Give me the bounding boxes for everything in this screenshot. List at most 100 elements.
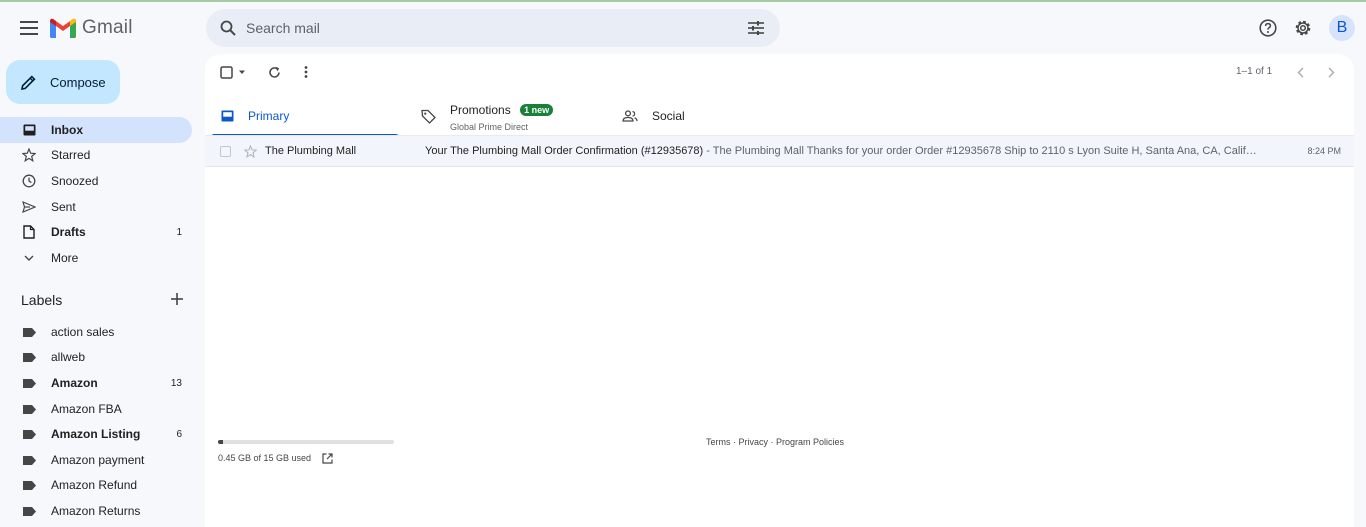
label-tag-icon (21, 404, 37, 414)
sidebar-item-inbox[interactable]: Inbox (0, 117, 192, 143)
gmail-logo[interactable]: Gmail (50, 15, 133, 41)
storage-usage-text: 0.45 GB of 15 GB used (218, 453, 312, 463)
label-item-amazon-fba[interactable]: Amazon FBA (0, 396, 192, 422)
search-icon (220, 20, 236, 36)
category-tabs: Primary Promotions 1 new Global Prime Di… (211, 96, 1354, 137)
email-preview: Your The Plumbing Mall Order Confirmatio… (425, 145, 1270, 157)
email-time: 8:24 PM (1307, 146, 1341, 156)
email-sender: The Plumbing Mall (265, 145, 357, 157)
draft-icon (21, 225, 37, 239)
refresh-button[interactable] (266, 64, 282, 80)
gear-icon (1295, 20, 1311, 36)
tab-primary[interactable]: Primary (221, 96, 409, 136)
compose-button[interactable]: Compose (6, 60, 120, 104)
main-panel: 1–1 of 1 Primary Promotions 1 new Global… (205, 54, 1354, 527)
chevron-down-icon (21, 255, 37, 261)
sidebar-item-label: Drafts (51, 225, 86, 239)
label-item-amazon-listing[interactable]: Amazon Listing 6 (0, 421, 192, 447)
tab-text: Promotions 1 new Global Prime Direct (450, 101, 554, 132)
create-label-button[interactable] (170, 292, 186, 308)
more-actions-button[interactable] (298, 64, 314, 80)
email-snippet: - The Plumbing Mall Thanks for your orde… (703, 145, 1257, 157)
select-all-checkbox[interactable] (219, 64, 247, 80)
sidebar-item-sent[interactable]: Sent (0, 194, 192, 220)
label-tag-icon (21, 455, 37, 465)
older-button[interactable] (1323, 64, 1339, 80)
sidebar-item-snoozed[interactable]: Snoozed (0, 168, 192, 194)
newer-button[interactable] (1292, 64, 1308, 80)
terms-link[interactable]: Terms (706, 437, 731, 447)
checkbox-icon (220, 65, 233, 79)
label-item-action-sales[interactable]: action sales (0, 319, 192, 345)
sidebar-item-count: 1 (176, 226, 182, 238)
tune-icon (748, 21, 764, 35)
manage-storage-link[interactable] (322, 451, 333, 469)
star-outline-icon (243, 144, 258, 158)
tab-sender-preview: Global Prime Direct (450, 121, 529, 132)
tab-promotions[interactable]: Promotions 1 new Global Prime Direct (421, 96, 611, 136)
tab-label: Primary (248, 109, 290, 123)
sidebar-item-label: Snoozed (51, 174, 99, 188)
send-icon (21, 201, 37, 213)
avatar-letter: B (1336, 19, 1348, 36)
account-avatar[interactable]: B (1329, 15, 1355, 41)
pagination-text: 1–1 of 1 (1236, 66, 1273, 77)
email-subject: Your The Plumbing Mall Order Confirmatio… (425, 145, 704, 157)
footer-separator: · (730, 437, 739, 447)
label-item-amazon-returns[interactable]: Amazon Returns (0, 498, 192, 524)
label-name: Amazon Returns (51, 504, 141, 518)
storage-meter (218, 440, 394, 444)
new-count-badge: 1 new (520, 103, 554, 116)
hamburger-icon (20, 21, 38, 35)
label-item-amazon-payment[interactable]: Amazon payment (0, 447, 192, 473)
privacy-link[interactable]: Privacy (739, 437, 769, 447)
people-icon (622, 110, 638, 122)
plus-icon (171, 293, 183, 305)
label-item-amazon-refund[interactable]: Amazon Refund (0, 472, 192, 498)
star-toggle[interactable] (243, 144, 258, 161)
support-button[interactable] (1256, 16, 1280, 40)
sidebar-item-drafts[interactable]: Drafts 1 (0, 219, 192, 245)
pencil-icon (20, 74, 37, 91)
label-name: Amazon Listing (51, 427, 141, 441)
program-policies-link[interactable]: Program Policies (776, 437, 844, 447)
search-input[interactable] (246, 20, 736, 36)
sidebar-item-more[interactable]: More (0, 245, 192, 271)
label-count: 6 (176, 428, 182, 440)
star-icon (21, 148, 37, 162)
label-name: Amazon payment (51, 453, 145, 467)
label-tag-icon (21, 327, 37, 337)
label-name: Amazon (51, 376, 98, 390)
label-name: action sales (51, 325, 115, 339)
gmail-m-icon (50, 18, 76, 38)
clock-icon (21, 174, 37, 188)
tab-social[interactable]: Social (622, 96, 812, 136)
label-name: allweb (51, 350, 86, 364)
search-options-button[interactable] (736, 21, 776, 35)
email-row[interactable]: The Plumbing Mall Your The Plumbing Mall… (205, 136, 1354, 167)
main-menu-button[interactable] (14, 13, 44, 43)
settings-button[interactable] (1291, 16, 1315, 40)
search-bar (206, 9, 780, 47)
label-count: 13 (170, 377, 182, 389)
labels-heading: Labels (21, 292, 63, 308)
label-tag-icon (21, 429, 37, 439)
label-item-allweb[interactable]: allweb (0, 344, 192, 370)
compose-label: Compose (50, 74, 106, 90)
label-tag-icon (21, 480, 37, 490)
sidebar: Compose Inbox Starred Snoozed Sent Draft… (0, 54, 205, 527)
sidebar-item-label: Starred (51, 148, 91, 162)
inbox-tab-icon (221, 110, 234, 122)
open-in-new-icon (322, 453, 333, 464)
chevron-left-icon (1297, 67, 1303, 77)
chevron-right-icon (1328, 67, 1334, 77)
email-checkbox[interactable] (220, 146, 231, 157)
label-name: Amazon Refund (51, 478, 138, 492)
search-button[interactable] (210, 20, 246, 36)
sidebar-item-starred[interactable]: Starred (0, 142, 192, 168)
label-item-amazon[interactable]: Amazon 13 (0, 370, 192, 396)
tag-icon (421, 109, 436, 124)
footer-separator: · (768, 437, 777, 447)
caret-down-icon (239, 70, 245, 74)
label-name: Amazon FBA (51, 402, 122, 416)
